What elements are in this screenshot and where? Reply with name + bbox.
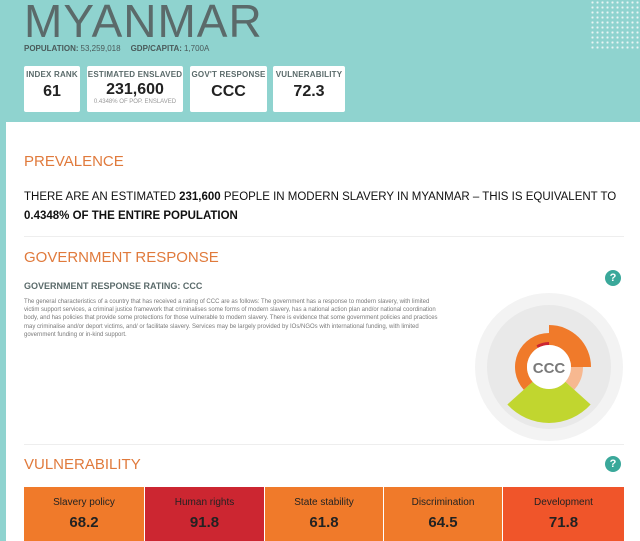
stat-value: CCC [211,83,246,100]
country-meta: POPULATION: 53,259,018 GDP/CAPITA: 1,700A [24,44,209,53]
vulnerability-label: Discrimination [411,497,475,508]
vulnerability-slavery-policy: Slavery policy 68.2 [24,487,144,541]
vulnerability-value: 61.8 [309,514,339,531]
stat-label: VULNERABILITY [275,70,343,79]
vulnerability-discrimination: Discrimination 64.5 [384,487,502,541]
prevalence-number: 231,600 [179,191,221,203]
section-divider [24,444,624,445]
vulnerability-value: 68.2 [69,514,99,531]
gdp-value: 1,700A [183,44,210,53]
stat-govt-response: GOV'T RESPONSE CCC [190,66,267,112]
vulnerability-label: Slavery policy [53,497,115,508]
stat-sub: 0.4348% OF POP. ENSLAVED [93,99,177,105]
prevalence-text: THERE ARE AN ESTIMATED 231,600 PEOPLE IN… [24,188,624,226]
prevalence-heading: PREVALENCE [24,153,124,170]
prevalence-text-b: PEOPLE IN MODERN SLAVERY IN MYANMAR – TH… [220,191,617,203]
vulnerability-help-icon[interactable]: ? [605,456,621,472]
stat-estimated-enslaved: ESTIMATED ENSLAVED 231,600 0.4348% OF PO… [87,66,183,112]
stat-value: 61 [43,83,61,100]
vulnerability-value: 71.8 [548,514,579,531]
vulnerability-human-rights: Human rights 91.8 [145,487,264,541]
vulnerability-label: Development [534,497,593,508]
prevalence-percent: 0.4348% [24,210,70,222]
prevalence-text-a: THERE ARE AN ESTIMATED [24,191,180,203]
section-divider [24,236,624,237]
government-help-icon[interactable]: ? [605,270,621,286]
stat-label: ESTIMATED ENSLAVED [87,70,183,79]
government-heading: GOVERNMENT RESPONSE [24,249,219,266]
gdp-label: GDP/CAPITA: [130,44,182,53]
vulnerability-value: 91.8 [189,514,220,531]
government-response-gauge: CCC [475,293,623,441]
vulnerability-development: Development 71.8 [503,487,624,541]
country-title: MYANMAR [24,0,263,47]
stat-label: GOV'T RESPONSE [191,70,266,79]
government-rating-line: GOVERNMENT RESPONSE RATING: CCC [24,281,203,291]
vulnerability-heading: VULNERABILITY [24,456,141,473]
government-description: The general characteristics of a country… [24,299,438,338]
gauge-label: CCC [533,360,566,377]
stat-label: INDEX RANK [26,70,78,79]
stat-vulnerability: VULNERABILITY 72.3 [273,66,345,112]
vulnerability-state-stability: State stability 61.8 [265,487,383,541]
population-label: POPULATION: [24,44,79,53]
map-dots-decoration [590,0,640,50]
vulnerability-label: State stability [294,497,354,508]
stat-value: 72.3 [293,83,325,100]
vulnerability-label: Human rights [174,497,235,508]
stat-value: 231,600 [106,81,164,98]
vulnerability-value: 64.5 [428,514,458,531]
country-header: MYANMAR POPULATION: 53,259,018 GDP/CAPITA:… [0,0,640,122]
population-value: 53,259,018 [80,44,121,53]
prevalence-text-c: OF THE ENTIRE POPULATION [69,210,238,222]
stat-index-rank: INDEX RANK 61 [24,66,80,112]
